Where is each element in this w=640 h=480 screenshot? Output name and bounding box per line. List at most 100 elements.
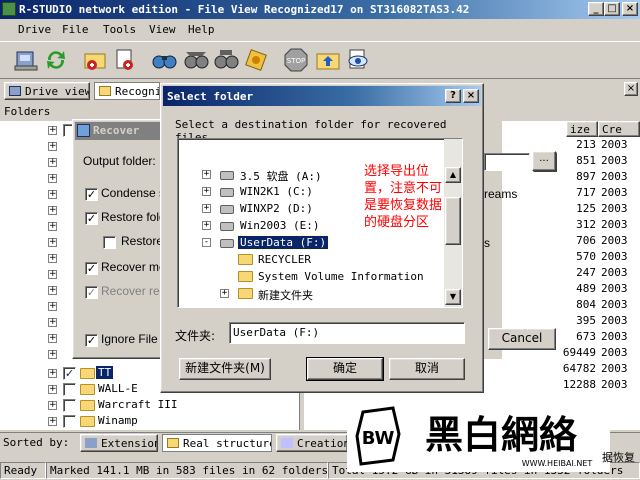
cell-created: 2003 (601, 378, 628, 391)
tree-item-folder[interactable]: RECYCLER (178, 252, 444, 268)
cell-created: 2003 (601, 282, 628, 295)
brand-url: WWW.HEIBAI.NET (522, 459, 593, 468)
menu-drive[interactable]: Drive (18, 23, 51, 36)
column-created[interactable]: Cre (598, 121, 640, 137)
restore-checkbox[interactable] (103, 236, 116, 249)
tree-item-folder[interactable]: System Volume Information (178, 269, 444, 285)
refresh-icon[interactable] (42, 46, 70, 74)
help-button[interactable]: ? (445, 89, 461, 103)
tree-item-folder[interactable]: + 新建文件夹 (178, 286, 444, 302)
recover-metadata-label: Recover me (101, 260, 166, 274)
folder-icon (80, 400, 95, 411)
tab-recognized[interactable]: Recogni (94, 82, 160, 100)
up-folder-icon[interactable] (314, 46, 342, 74)
s-fragment: s (484, 236, 490, 250)
dialog-title: Select folder (167, 90, 254, 103)
recover-cancel-button[interactable]: Cancel (488, 328, 556, 350)
sort-tab-creation[interactable]: Creation (276, 434, 348, 452)
scroll-down-button[interactable]: ▼ (445, 289, 461, 305)
select-folder-dialog[interactable]: Select folder ? × Select a destination f… (160, 83, 484, 393)
expand-toggle[interactable]: + (202, 170, 211, 179)
cell-size: 717 (576, 186, 596, 199)
brand-text: 黑白網絡 (425, 413, 577, 457)
tree-item-label: 3.5 软盘 (A:) (240, 170, 322, 183)
scan-icon[interactable] (150, 46, 178, 74)
tab-label: Creation (297, 437, 348, 450)
close-button[interactable]: × (622, 2, 638, 16)
cell-created: 2003 (601, 186, 628, 199)
window-title: R-STUDIO network edition - File View Rec… (19, 3, 470, 16)
minimize-button[interactable]: _ (588, 2, 604, 16)
cancel-button[interactable]: 取消 (389, 358, 465, 380)
tree-item-drive[interactable]: - UserData (F:) (178, 235, 444, 251)
folder-tree-view[interactable]: +3.5 软盘 (A:) + WIN2K1 (C:) + WINXP2 (D:) + Win… (177, 138, 463, 308)
drive-icon (220, 188, 234, 197)
mark-icon[interactable] (242, 46, 270, 74)
extension-icon (85, 438, 97, 448)
list-item[interactable]: + Winamp (48, 414, 298, 430)
close-dialog-button[interactable]: × (463, 89, 479, 103)
connect-icon[interactable] (12, 46, 40, 74)
cell-created: 2003 (601, 154, 628, 167)
sort-tab-extension[interactable]: Extension (80, 434, 158, 452)
tab-label: Recogni (115, 85, 160, 98)
menu-help[interactable]: Help (188, 23, 215, 36)
cell-created: 2003 (601, 250, 628, 263)
expand-toggle[interactable]: + (202, 221, 211, 230)
collapse-toggle[interactable]: - (202, 238, 211, 247)
menu-file[interactable]: File (62, 23, 89, 36)
preview-icon[interactable] (344, 46, 372, 74)
tree-item-label: UserData (F:) (236, 235, 330, 250)
close-tab-button[interactable]: × (624, 82, 638, 96)
tree-item-label: RECYCLER (258, 253, 311, 266)
folder-icon (80, 416, 95, 427)
new-folder-button[interactable]: 新建文件夹(M) (179, 358, 271, 380)
restore-folders-checkbox[interactable]: ✓ (85, 212, 98, 225)
expand-toggle[interactable]: + (202, 204, 211, 213)
watermark-logo: BW 黑白網絡 WWW.HEIBAI.NET (355, 406, 593, 468)
ok-button[interactable]: 确定 (306, 357, 384, 381)
menu-view[interactable]: View (149, 23, 176, 36)
dialog-title: Recover (93, 124, 140, 137)
cell-size: 851 (576, 154, 596, 167)
restore-folders-label: Restore fold (101, 210, 166, 224)
tree-item-label: System Volume Information (258, 270, 424, 283)
cell-size: 804 (576, 298, 596, 311)
condense-checkbox[interactable]: ✓ (85, 188, 98, 201)
add-file-icon[interactable] (112, 46, 140, 74)
select-folder-title-bar[interactable]: Select folder (163, 86, 481, 106)
tab-drive-view[interactable]: Drive view (4, 82, 90, 100)
tab-label: Extension (101, 437, 158, 450)
column-size[interactable]: ize (566, 121, 598, 137)
folder-name: TT (96, 366, 114, 379)
maximize-button[interactable]: □ (604, 2, 620, 16)
browse-button[interactable]: ... (532, 151, 556, 171)
drive-icon (220, 239, 234, 248)
cell-created: 2003 (601, 346, 628, 359)
open-file-icon[interactable] (82, 46, 110, 74)
drive-icon (220, 222, 234, 231)
expand-toggle[interactable]: + (202, 187, 211, 196)
menu-tools[interactable]: Tools (103, 23, 136, 36)
sort-tab-real-structure[interactable]: Real structure (162, 434, 272, 452)
ignore-file-mask-checkbox[interactable]: ✓ (85, 334, 98, 347)
find-next-icon[interactable] (212, 46, 240, 74)
cell-size: 489 (576, 282, 596, 295)
cell-size: 64782 (562, 362, 596, 375)
output-folder-input-tail[interactable] (484, 153, 530, 171)
svg-text:STOP: STOP (287, 57, 305, 65)
find-icon[interactable] (182, 46, 210, 74)
folder-name: Warcraft III (98, 398, 178, 411)
stop-icon[interactable]: STOP (282, 46, 310, 74)
expand-toggle[interactable]: + (220, 289, 229, 298)
list-item[interactable]: + Warcraft III (48, 398, 298, 414)
cell-size: 69449 (562, 346, 596, 359)
main-title-bar[interactable]: R-STUDIO network edition - File View Rec… (0, 0, 640, 19)
status-ready: Ready (0, 462, 46, 479)
folder-label: 文件夹: (175, 329, 216, 343)
folder-input[interactable]: UserData (F:) (229, 322, 465, 344)
tree-item-label: Win2003 (E:) (240, 219, 320, 232)
recover-metadata-checkbox[interactable]: ✓ (85, 262, 98, 275)
cell-created: 2003 (601, 202, 628, 215)
cell-created: 2003 (601, 314, 628, 327)
